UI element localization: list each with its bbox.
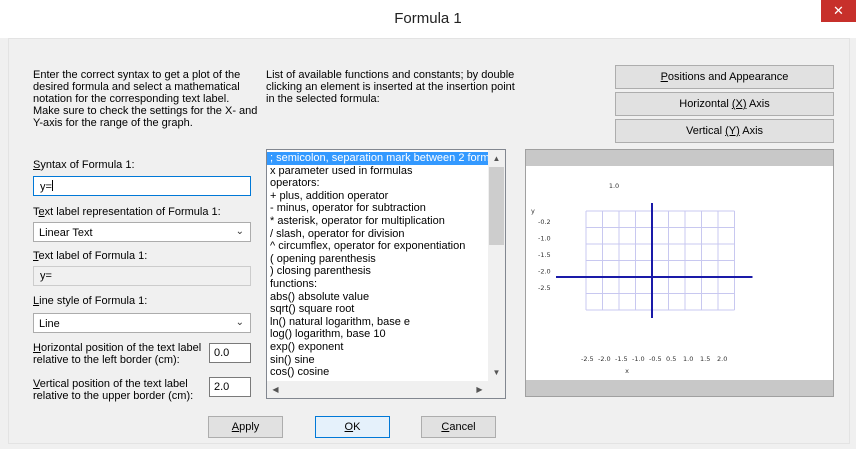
x-tick-label: 2.0 — [717, 355, 727, 363]
x-tick-label: -2.5 — [581, 355, 594, 363]
function-list-item[interactable]: x parameter used in formulas — [267, 165, 505, 178]
cancel-button[interactable]: Cancel — [421, 416, 496, 438]
chevron-down-icon: ⌄ — [235, 317, 244, 328]
instructions-line: Make sure to check the settings for the … — [33, 105, 258, 117]
scroll-right-icon[interactable]: ▶ — [471, 381, 488, 398]
list-intro-line: List of available functions and constant… — [266, 69, 515, 81]
y-tick-label: -1.0 — [538, 235, 551, 243]
vertical-axis-button[interactable]: Vertical (Y) Axis — [615, 119, 834, 143]
instructions-text: Enter the correct syntax to get a plot o… — [33, 69, 257, 129]
text-label-field: y= — [33, 266, 251, 286]
text-representation-label: Text label representation of Formula 1: — [33, 206, 221, 218]
text-representation-select[interactable]: Linear Text ⌄ — [33, 222, 251, 242]
x-tick-label: -2.0 — [598, 355, 611, 363]
graph-preview: 1.0 y -0.2 -1.0 -1.5 -2.0 -2.5 -2.5 -2.0 -1.5 -1.0… — [525, 149, 834, 397]
x-tick-label: 0.5 — [666, 355, 676, 363]
scroll-down-icon[interactable]: ▼ — [488, 364, 505, 381]
x-tick-label: -0.5 — [649, 355, 662, 363]
scrollbar-thumb[interactable] — [489, 167, 504, 245]
horizontal-position-label: Horizontal position of the text label re… — [33, 342, 202, 366]
instructions-line: Y-axis for the range of the graph. — [33, 117, 193, 129]
function-list-item[interactable]: log() logarithm, base 10 — [267, 328, 505, 341]
top-label: 1.0 — [609, 182, 619, 190]
preview-header-bar — [526, 150, 833, 166]
function-list-item[interactable]: / slash, operator for division — [267, 228, 505, 241]
positions-appearance-button[interactable]: Positions and Appearance — [615, 65, 834, 89]
function-list-item[interactable]: ^ circumflex, operator for exponentiatio… — [267, 240, 505, 253]
vertical-scrollbar[interactable]: ▲ ▼ — [488, 150, 505, 381]
y-tick-label: -1.5 — [538, 251, 551, 259]
function-list-item[interactable]: operators: — [267, 177, 505, 190]
horizontal-position-input[interactable]: 0.0 — [209, 343, 251, 363]
coordinate-plot: 1.0 y-0.2 -1.0 -1.5 -2.0 -2.5 -2.5 -2.0 -1.5 -1.0… — [531, 182, 753, 375]
function-list-item[interactable]: + plus, addition operator — [267, 190, 505, 203]
line-style-select[interactable]: Line ⌄ — [33, 313, 251, 333]
functions-list: ; semicolon, separation mark between 2 f… — [267, 150, 505, 379]
scroll-left-icon[interactable]: ◀ — [267, 381, 284, 398]
function-list-item[interactable]: sqrt() square root — [267, 303, 505, 316]
close-icon: ✕ — [833, 3, 844, 18]
horizontal-axis-button[interactable]: Horizontal (X) Axis — [615, 92, 834, 116]
function-list-item[interactable]: * asterisk, operator for multiplication — [267, 215, 505, 228]
list-intro-line: in the selected formula: — [266, 93, 380, 105]
functions-listbox[interactable]: ; semicolon, separation mark between 2 f… — [266, 149, 506, 399]
function-list-item[interactable]: ln() natural logarithm, base e — [267, 316, 505, 329]
list-intro-line: clicking an element is inserted at the i… — [266, 81, 515, 93]
instructions-line: Enter the correct syntax to get a plot o… — [33, 69, 241, 81]
preview-footer-bar — [526, 380, 833, 396]
horizontal-scrollbar[interactable]: ◀ ▶ — [267, 381, 505, 398]
y-tick-label: -2.5 — [538, 284, 551, 292]
ok-button[interactable]: OK — [315, 416, 390, 438]
syntax-label: Syntax of Formula 1: — [33, 159, 135, 171]
chevron-down-icon: ⌄ — [235, 226, 244, 237]
syntax-input[interactable]: y= — [33, 176, 251, 196]
function-list-item[interactable]: cos() cosine — [267, 366, 505, 379]
instructions-line: desired formula and select a mathematica… — [33, 81, 240, 93]
apply-button[interactable]: Apply — [208, 416, 283, 438]
function-list-item[interactable]: ( opening parenthesis — [267, 253, 505, 266]
function-list-item[interactable]: ) closing parenthesis — [267, 265, 505, 278]
vertical-position-input[interactable]: 2.0 — [209, 377, 251, 397]
y-tick-label: -2.0 — [538, 268, 551, 276]
instructions-line: notation for the corresponding text labe… — [33, 93, 230, 105]
x-tick-label: 1.5 — [700, 355, 710, 363]
function-list-item[interactable]: sin() sine — [267, 354, 505, 367]
vertical-position-label: Vertical position of the text label rela… — [33, 378, 194, 402]
close-button[interactable]: ✕ — [821, 0, 856, 22]
list-intro-text: List of available functions and constant… — [266, 69, 515, 105]
y-axis-label: y — [531, 207, 535, 215]
line-style-label: Line style of Formula 1: — [33, 295, 148, 307]
function-list-item[interactable]: functions: — [267, 278, 505, 291]
x-tick-label: -1.5 — [615, 355, 628, 363]
function-list-item[interactable]: - minus, operator for subtraction — [267, 202, 505, 215]
x-tick-label: -1.0 — [632, 355, 645, 363]
function-list-item[interactable]: exp() exponent — [267, 341, 505, 354]
text-label-label: Text label of Formula 1: — [33, 250, 148, 262]
x-tick-label: 1.0 — [683, 355, 693, 363]
window-title: Formula 1 — [394, 10, 462, 27]
function-list-item[interactable]: abs() absolute value — [267, 291, 505, 304]
x-axis-label: x — [625, 367, 629, 375]
function-list-item[interactable]: ; semicolon, separation mark between 2 f… — [267, 152, 488, 165]
y-tick-label: -0.2 — [538, 218, 551, 226]
scroll-up-icon[interactable]: ▲ — [488, 150, 505, 167]
